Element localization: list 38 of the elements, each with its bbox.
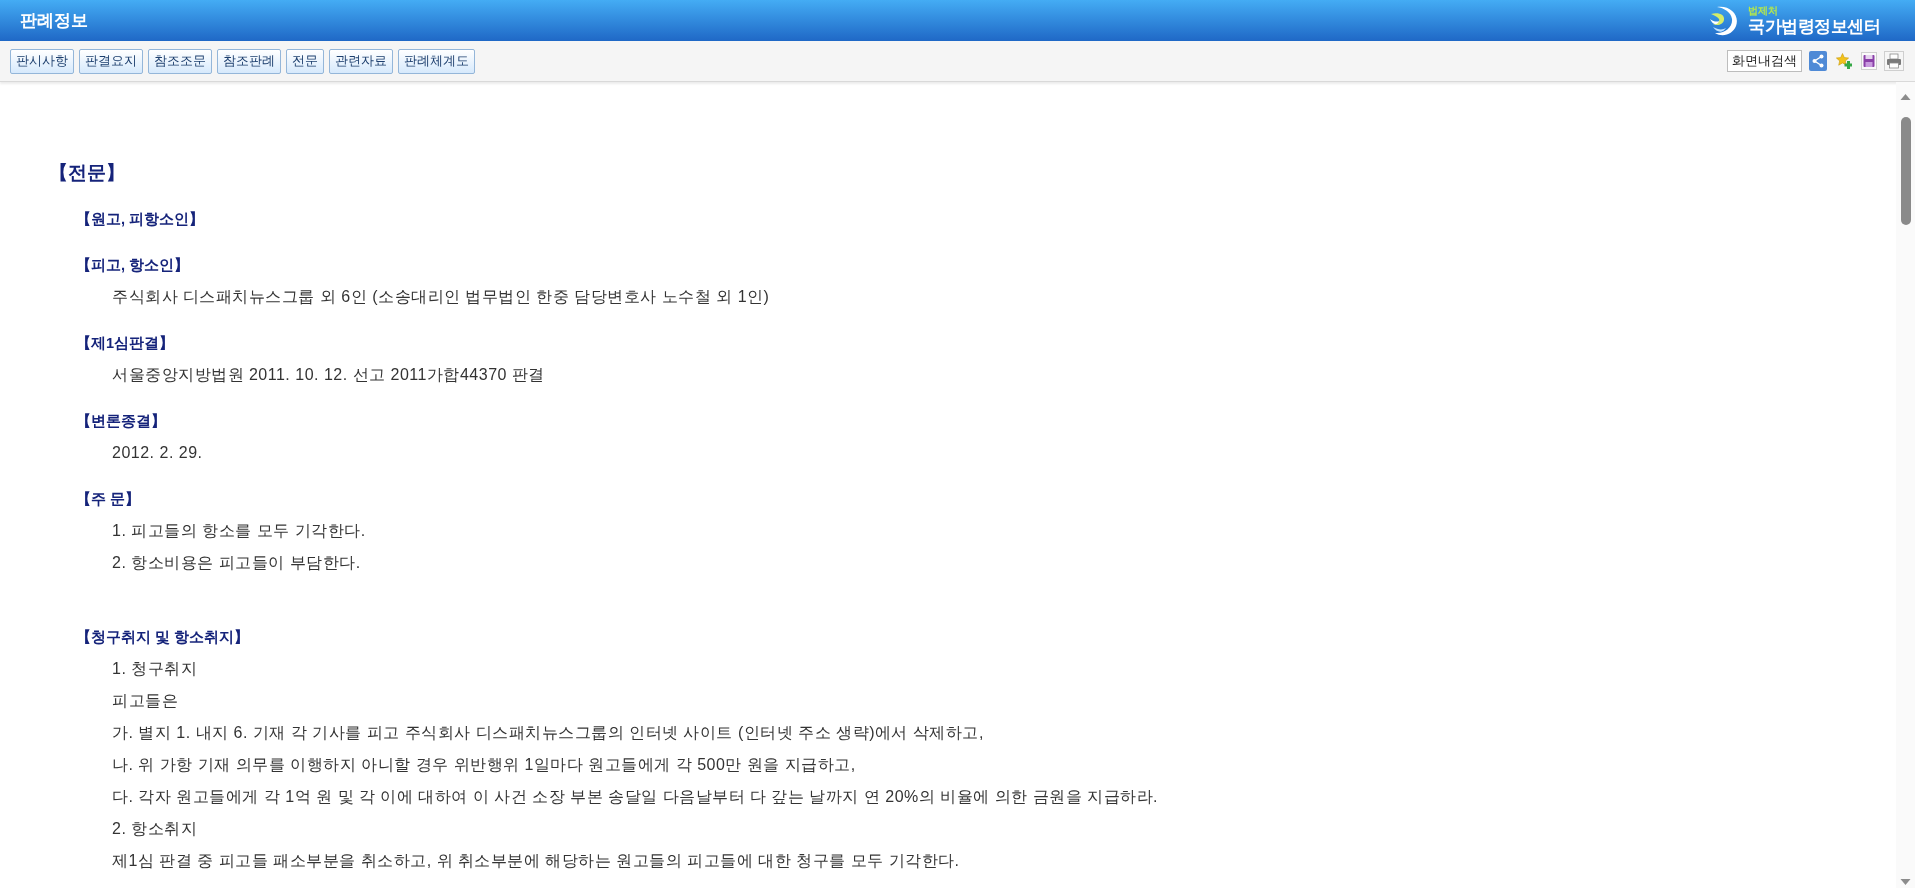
printer-icon[interactable] [1884, 51, 1904, 71]
document-title: 【전문】 [49, 161, 125, 185]
body-text: 2. 항소비용은 피고들이 부담한다. [112, 553, 361, 573]
section-button[interactable]: 관련자료 [329, 48, 393, 74]
logo-agency-text: 법제처 [1748, 6, 1779, 16]
body-text: 나. 위 가항 기재 의무를 이행하지 아니할 경우 위반행위 1일마다 원고들에게 각 500만 원을 지급하고, [112, 755, 856, 775]
body-text: 가. 별지 1. 내지 6. 기재 각 기사를 피고 주식회사 디스패치뉴스그룹의 인터넷 사이트 (인터넷 주소 생략)에서 삭제하고, [112, 723, 984, 743]
section-heading: 【변론종결】 [76, 412, 166, 431]
body-text: 서울중앙지방법원 2011. 10. 12. 선고 2011가합44370 판결 [112, 365, 545, 385]
section-heading: 【청구취지 및 항소취지】 [76, 628, 250, 647]
section-heading: 【제1심판결】 [76, 334, 175, 353]
section-heading: 【피고, 항소인】 [76, 256, 190, 275]
share-icon[interactable] [1809, 51, 1827, 71]
body-text: 2012. 2. 29. [112, 443, 203, 463]
section-button[interactable]: 판시사항 [10, 48, 74, 74]
swirl-logo-icon [1708, 4, 1738, 37]
body-text: 주식회사 디스패치뉴스그룹 외 6인 (소송대리인 법무법인 한중 담당변호사 노수철 외 1인) [112, 287, 770, 307]
body-text: 1. 피고들의 항소를 모두 기각한다. [112, 521, 366, 541]
body-text: 제1심 판결 중 피고들 패소부분을 취소하고, 위 취소부분에 해당하는 원고들의 피고들에 대한 청구를 모두 기각한다. [112, 851, 960, 871]
section-heading: 【주 문】 [76, 490, 141, 509]
body-text: 1. 청구취지 [112, 659, 198, 679]
window-title: 판례정보 [20, 10, 88, 32]
body-text: 피고들은 [112, 691, 178, 711]
logo-name-text: 국가법령정보센터 [1748, 18, 1880, 35]
scroll-up-arrow-icon[interactable] [1900, 94, 1911, 100]
body-text: 2. 항소취지 [112, 819, 198, 839]
page-search-button[interactable]: 화면내검색 [1727, 50, 1802, 72]
scroll-down-arrow-icon[interactable] [1900, 879, 1911, 885]
section-button[interactable]: 참조조문 [148, 48, 212, 74]
section-button[interactable]: 전문 [286, 48, 324, 74]
section-button[interactable]: 참조판례 [217, 48, 281, 74]
scrollbar-thumb[interactable] [1900, 117, 1911, 225]
body-text: 다. 각자 원고들에게 각 1억 원 및 각 이에 대하여 이 사건 소장 부본 송달일 다음날부터 다 갚는 날까지 연 20%의 비율에 의한 금원을 지급하라. [112, 787, 1158, 807]
star-plus-icon[interactable] [1836, 53, 1852, 69]
section-button[interactable]: 판결요지 [79, 48, 143, 74]
section-button[interactable]: 판례체계도 [398, 48, 475, 74]
floppy-disk-icon[interactable] [1861, 52, 1877, 70]
section-heading: 【원고, 피항소인】 [76, 210, 205, 229]
